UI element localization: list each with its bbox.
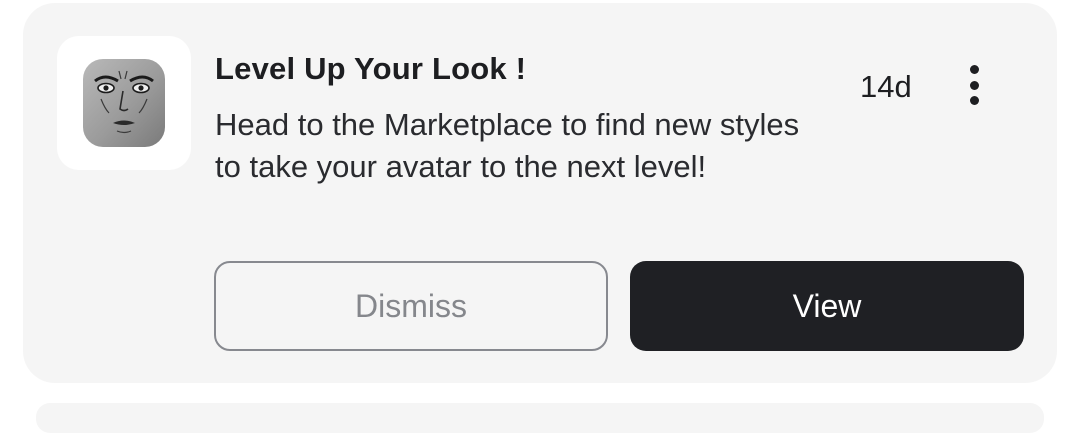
notification-body: Head to the Marketplace to find new styl… <box>215 107 800 184</box>
more-vertical-icon-dot <box>969 96 979 105</box>
notification-card: Level Up Your Look ! Head to the Marketp… <box>23 3 1057 383</box>
dismiss-button-label: Dismiss <box>355 287 467 324</box>
view-button[interactable]: View <box>630 261 1024 351</box>
dismiss-button[interactable]: Dismiss <box>214 261 608 351</box>
notification-title: Level Up Your Look ! <box>215 51 527 86</box>
more-options-button[interactable] <box>956 59 992 111</box>
more-vertical-icon-dot <box>969 80 979 90</box>
avatar-head-icon <box>83 59 165 147</box>
more-vertical-icon-dot <box>969 65 979 74</box>
notification-thumbnail <box>57 36 191 170</box>
view-button-label: View <box>792 287 862 324</box>
next-notification-card-edge <box>36 403 1044 433</box>
notification-age: 14d <box>860 69 912 104</box>
